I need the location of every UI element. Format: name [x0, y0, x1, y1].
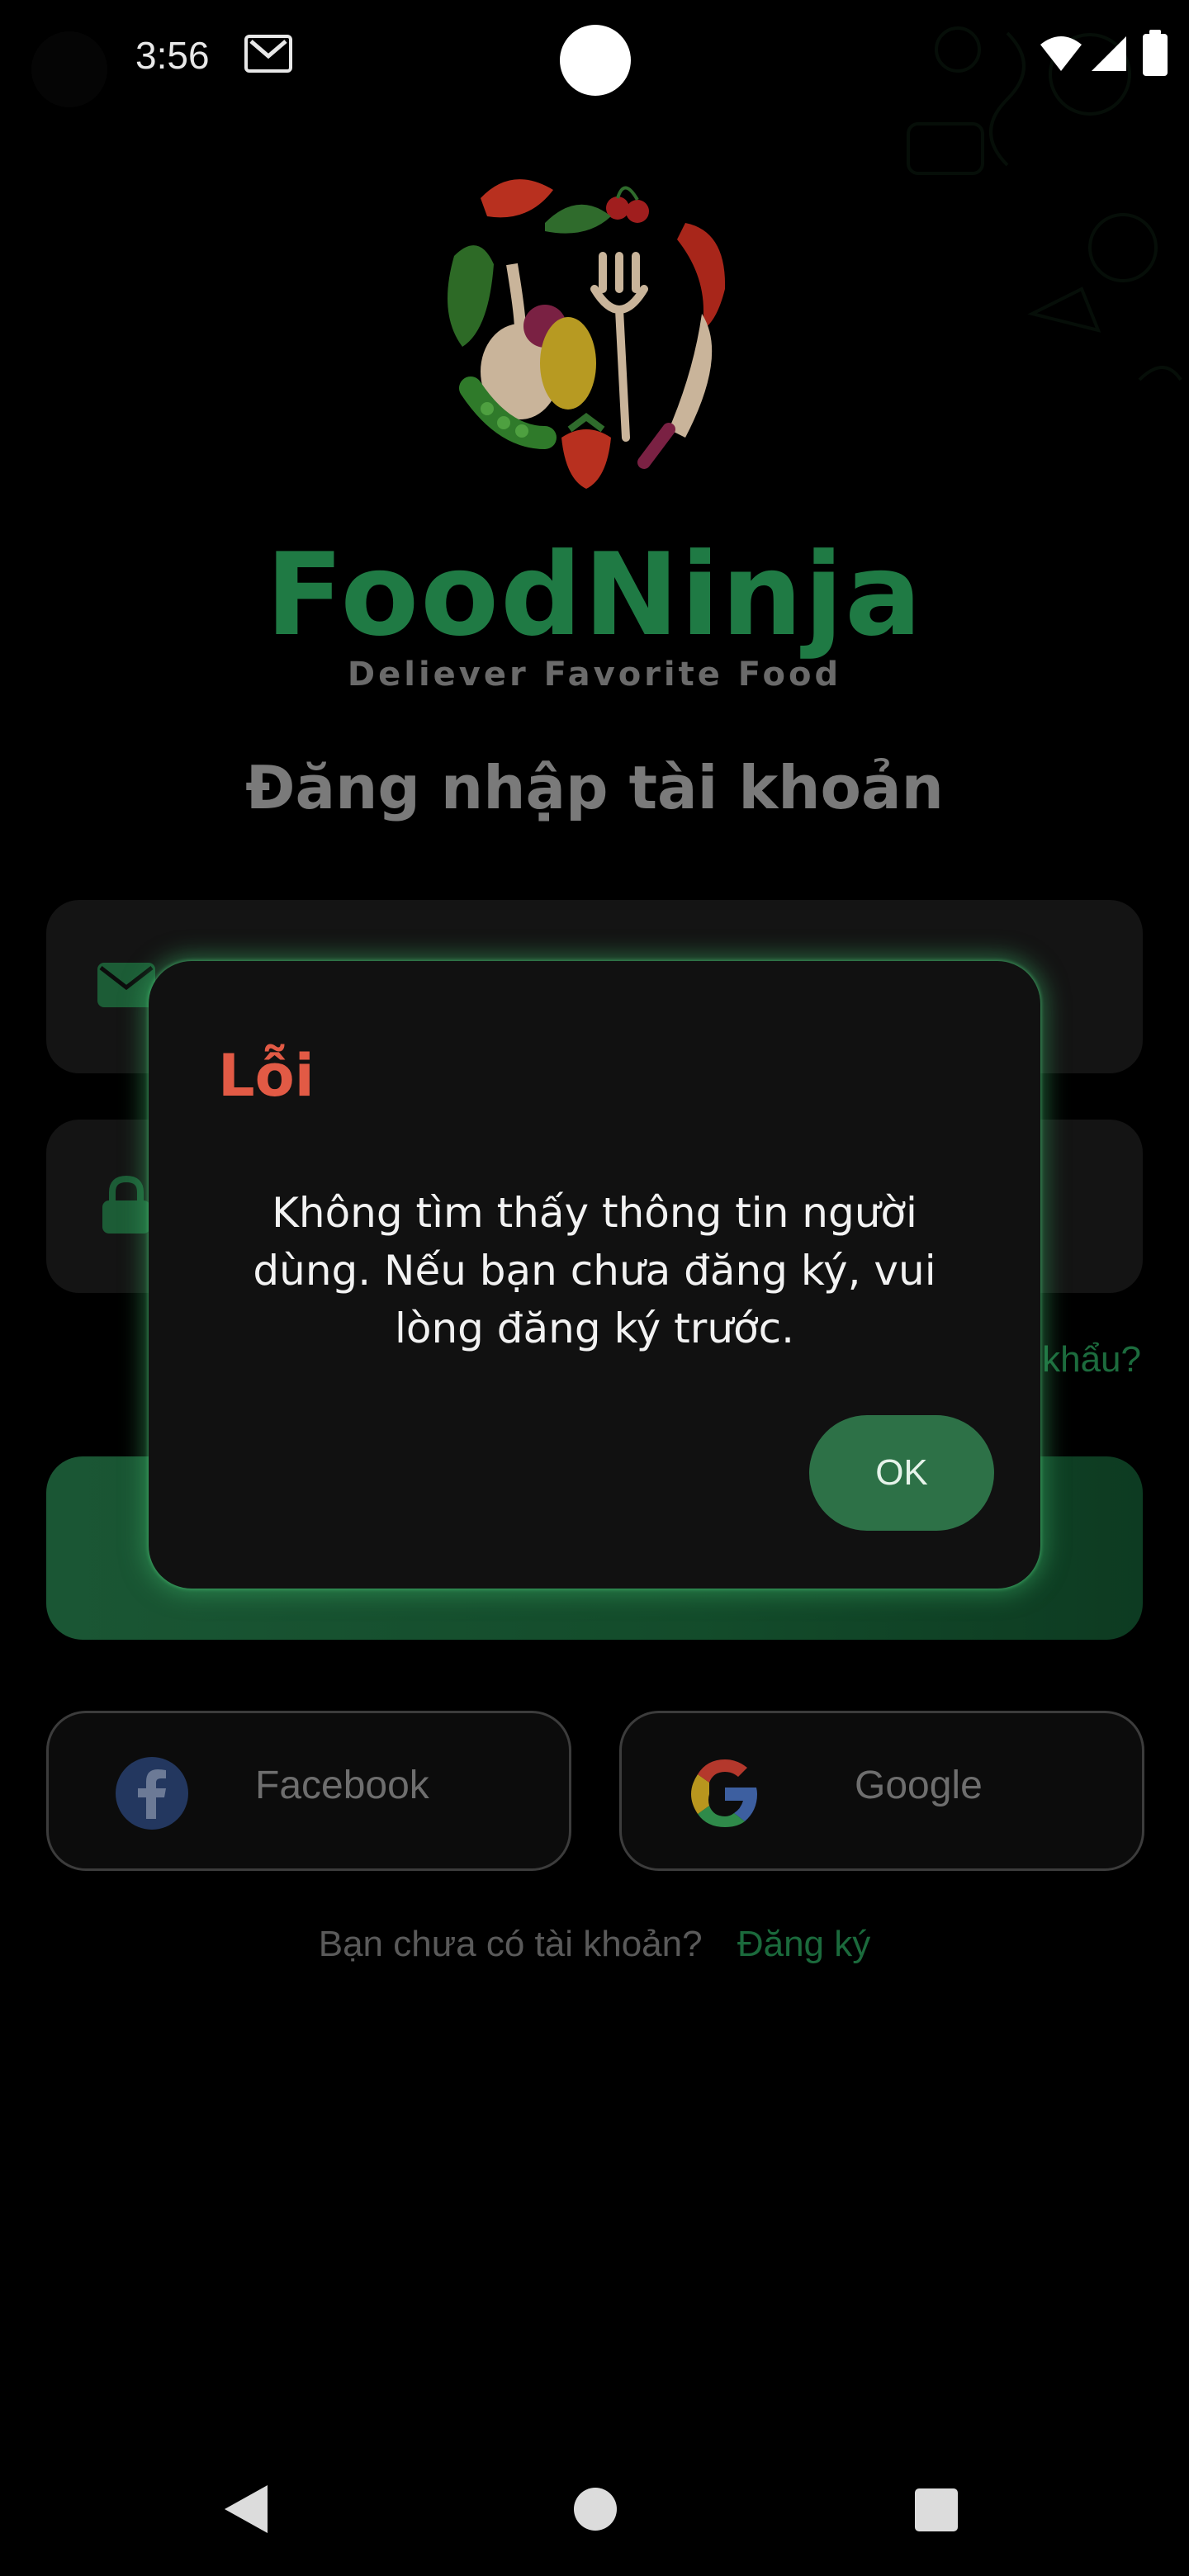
lock-icon	[102, 1176, 150, 1234]
error-dialog: Lỗi Không tìm thấy thông tin người dùng.…	[149, 961, 1040, 1589]
home-icon[interactable]	[573, 2487, 618, 2531]
page-title: Đăng nhập tài khoản	[245, 753, 944, 822]
email-icon	[97, 963, 155, 1007]
status-bar: 3:56	[0, 0, 1189, 116]
signup-prompt: Bạn chưa có tài khoản?	[318, 1924, 703, 1964]
wifi-icon	[1040, 36, 1082, 71]
front-camera	[31, 31, 107, 107]
dialog-message: Không tìm thấy thông tin người dùng. Nếu…	[253, 1189, 936, 1352]
facebook-label: Facebook	[255, 1764, 429, 1807]
login-screen: 3:56 FoodNinja Deliever Favorite Food Đă…	[0, 0, 1189, 2576]
signup-link[interactable]: Đăng ký	[737, 1924, 870, 1964]
google-icon	[691, 1759, 757, 1827]
google-login-button[interactable]: Google	[619, 1711, 1144, 1871]
cell-signal-icon	[1092, 36, 1126, 71]
dialog-title: Lỗi	[218, 1042, 315, 1110]
forgot-password-link[interactable]: khẩu?	[1042, 1339, 1141, 1380]
facebook-icon	[116, 1757, 188, 1830]
facebook-login-button[interactable]: Facebook	[46, 1711, 571, 1871]
gmail-notification-icon	[244, 35, 292, 73]
ok-button[interactable]: OK	[809, 1415, 994, 1531]
battery-icon	[1143, 30, 1168, 76]
brand-tagline: Deliever Favorite Food	[347, 656, 842, 694]
recents-icon[interactable]	[915, 2488, 958, 2531]
brand-name: FoodNinja	[265, 528, 924, 661]
camera-punch-hole	[560, 25, 631, 96]
back-icon[interactable]	[223, 2484, 269, 2535]
status-time: 3:56	[135, 34, 210, 77]
navigation-bar	[0, 2444, 1189, 2576]
google-label: Google	[855, 1764, 983, 1807]
foodninja-logo-icon	[448, 179, 726, 489]
signup-row: Bạn chưa có tài khoản? Đăng ký	[0, 1924, 1189, 1965]
